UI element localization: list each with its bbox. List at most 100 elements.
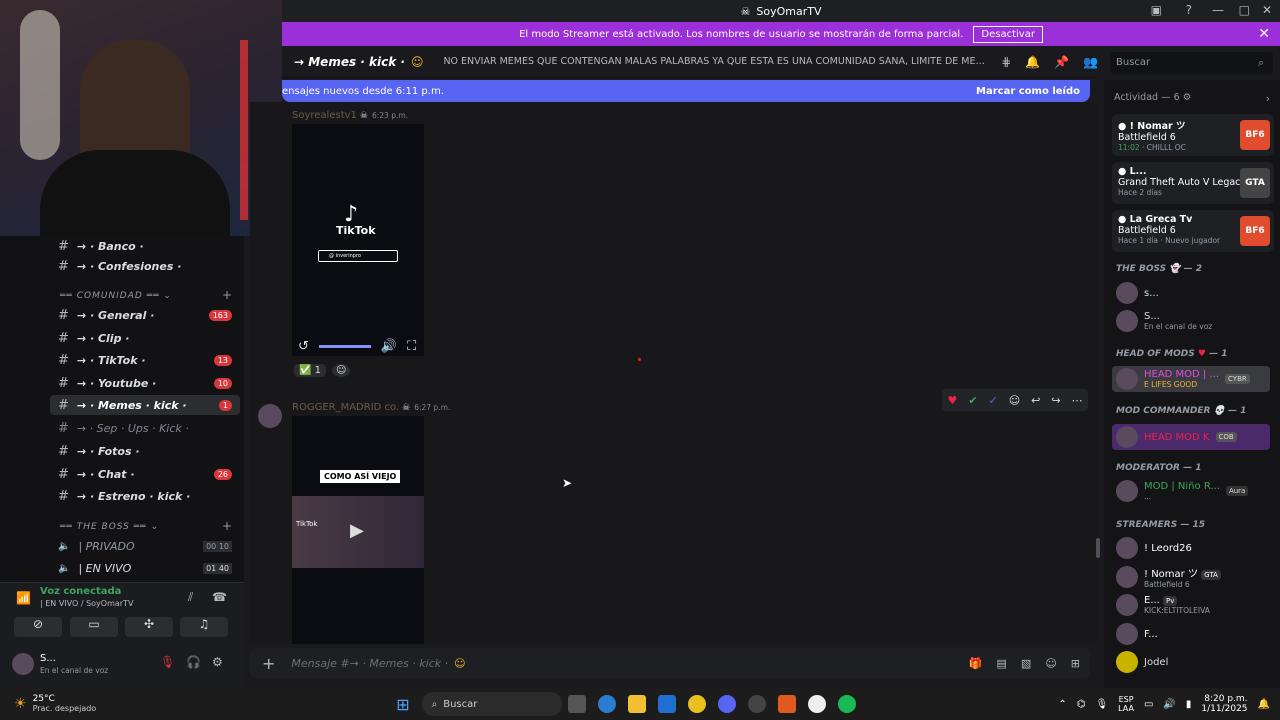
activities-button[interactable]: ✣ xyxy=(125,617,173,637)
verified-icon[interactable]: ✓ xyxy=(989,394,998,407)
member-item[interactable]: MOD | Niño R...... Aura xyxy=(1116,480,1249,502)
file-icon[interactable] xyxy=(567,695,586,713)
new-messages-bar[interactable]: ensajes nuevos desde 6:11 p.m. Marcar co… xyxy=(282,80,1090,102)
threads-icon[interactable]: ⋕ xyxy=(1001,55,1011,69)
volume-icon[interactable]: 🔊 xyxy=(381,339,397,354)
emoji-picker-icon[interactable]: ☺ xyxy=(1045,657,1056,670)
member-item[interactable]: ! Leord26 xyxy=(1116,537,1192,559)
activity-card[interactable]: ● ! Nomar ツ Battlefield 6 11:02 · CHILLL… xyxy=(1112,114,1274,156)
mark-read-button[interactable]: Marcar como leído xyxy=(976,86,1080,97)
member-item[interactable]: HEAD MOD K COB xyxy=(1112,424,1270,450)
folder-icon[interactable] xyxy=(627,695,646,713)
pin-icon[interactable]: 📌 xyxy=(1054,55,1069,69)
close-window-button[interactable]: ✕ xyxy=(1262,3,1272,17)
member-item[interactable]: S... En el canal de voz xyxy=(1116,310,1212,332)
fullscreen-icon[interactable]: ⛶ xyxy=(407,339,416,354)
add-channel-icon[interactable]: + xyxy=(222,288,232,302)
channel-item-general[interactable]: # → · General · 163 xyxy=(50,305,240,325)
maximize-button[interactable]: □ xyxy=(1239,3,1250,17)
channel-item-fotos[interactable]: # → · Fotos · xyxy=(50,441,240,461)
voice-channel-en-vivo[interactable]: 🔈 | EN VIVO 01 40 xyxy=(50,558,240,578)
composer-placeholder[interactable]: Mensaje #→ · Memes · kick · xyxy=(291,657,448,670)
app-icon[interactable] xyxy=(747,695,766,713)
noise-suppression-icon[interactable]: ⫽ xyxy=(188,590,193,605)
message-author[interactable]: Soyrealestv1 xyxy=(292,110,357,121)
chrome-icon[interactable] xyxy=(687,695,706,713)
member-item[interactable]: E... Pv KICK:ELTITOLEIVA xyxy=(1116,594,1210,616)
channel-item-clip[interactable]: # → · Clip · xyxy=(50,328,240,348)
add-reaction-icon[interactable]: ☺ xyxy=(332,364,351,377)
avatar[interactable] xyxy=(258,404,282,428)
member-item[interactable]: F... xyxy=(1116,623,1158,645)
edge-icon[interactable] xyxy=(597,695,616,713)
channel-item-estreno[interactable]: # → · Estreno · kick · xyxy=(50,486,240,506)
language-code[interactable]: ESP xyxy=(1118,695,1134,704)
chevron-right-icon[interactable]: › xyxy=(1266,92,1270,105)
settings-gear-icon[interactable]: ⚙ xyxy=(212,655,223,669)
member-item[interactable]: HEAD MOD | ... E LIFES GOOD CYBR xyxy=(1112,366,1270,392)
members-icon[interactable]: 👥 xyxy=(1083,55,1098,69)
clock-time[interactable]: 8:20 p.m. xyxy=(1201,694,1247,704)
voice-status[interactable]: Voz conectada xyxy=(40,586,121,597)
channel-item-memes-selected[interactable]: # → · Memes · kick · 1 xyxy=(50,395,240,415)
minimize-button[interactable]: — xyxy=(1212,3,1224,17)
activity-card[interactable]: ● La Greca Tv Battlefield 6 Hace 1 día ·… xyxy=(1112,210,1274,252)
reaction-check[interactable]: ✅ 1 xyxy=(294,364,327,377)
windows-start-icon[interactable]: ⊞ xyxy=(396,695,409,714)
headphones-icon[interactable]: 🎧 xyxy=(186,655,201,669)
camera-off-button[interactable]: ⊘ xyxy=(14,617,62,637)
help-icon[interactable]: ? xyxy=(1186,3,1192,17)
store-icon[interactable] xyxy=(657,695,676,713)
user-name[interactable]: S... xyxy=(40,653,56,664)
video-embed-1[interactable]: ♪ TikTok @ inverinpro xyxy=(292,124,424,356)
channel-topic[interactable]: NO ENVIAR MEMES QUE CONTENGAN MALAS PALA… xyxy=(443,56,985,67)
monitor-icon[interactable]: ▭ xyxy=(1144,699,1153,710)
volume-slider[interactable] xyxy=(318,345,371,348)
obs-icon[interactable] xyxy=(807,695,826,713)
add-channel-icon[interactable]: + xyxy=(222,519,232,533)
discord-icon[interactable] xyxy=(717,695,736,713)
chevron-up-icon[interactable]: ⌃ xyxy=(1058,699,1066,710)
taskbar-search[interactable]: ⌕ Buscar xyxy=(421,692,562,716)
channel-item-chat[interactable]: # → · Chat · 26 xyxy=(50,464,240,484)
language-region[interactable]: LAA xyxy=(1118,704,1134,713)
video-embed-2[interactable]: COMO ASÍ VIEJO TikTok ▶ xyxy=(292,416,424,644)
deactivate-button[interactable]: Desactivar xyxy=(973,25,1043,43)
search-input[interactable]: Buscar xyxy=(1110,52,1273,74)
sticker-icon[interactable]: ▧ xyxy=(1021,657,1031,670)
emoji-icon[interactable]: ☺ xyxy=(1009,394,1020,407)
disconnect-icon[interactable]: ☎ xyxy=(212,590,227,604)
gift-icon[interactable]: 🎁 xyxy=(969,657,983,670)
weather-desc[interactable]: Prac. despejado xyxy=(33,704,97,714)
forward-icon[interactable]: ↪ xyxy=(1051,394,1060,407)
play-icon[interactable]: ▶ xyxy=(350,520,364,541)
spotify-icon[interactable] xyxy=(837,695,856,713)
scrollbar[interactable] xyxy=(1096,538,1100,558)
microphone-icon[interactable]: 🎙 xyxy=(1095,699,1108,710)
member-item[interactable]: Jodel xyxy=(1116,651,1168,673)
member-item[interactable]: ! Nomar ツ GTA Battlefield 6 xyxy=(1116,565,1221,589)
reply-icon[interactable]: ↩ xyxy=(1031,394,1040,407)
channel-item-tiktok[interactable]: # → · TikTok · 13 xyxy=(50,350,240,370)
avatar[interactable] xyxy=(12,653,34,675)
heart-icon[interactable]: ♥ xyxy=(947,394,957,407)
category-the-boss[interactable]: ══ THE BOSS ══ ⌄ xyxy=(60,522,159,532)
message-composer[interactable]: + Mensaje #→ · Memes · kick · ☺ 🎁 ▤ ▧ ☺ … xyxy=(250,648,1090,678)
speaker-icon[interactable]: 🔊 xyxy=(1163,699,1175,710)
channel-item-banco[interactable]: # → · Banco · xyxy=(50,236,240,256)
channel-item-confesiones[interactable]: # → · Confesiones · xyxy=(50,256,240,276)
more-icon[interactable]: ⋯ xyxy=(1072,394,1083,407)
member-item[interactable]: s... xyxy=(1116,282,1159,304)
channel-item-youtube[interactable]: # → · Youtube · 10 xyxy=(50,373,240,393)
check-icon[interactable]: ✔ xyxy=(968,394,977,407)
close-banner-icon[interactable]: ✕ xyxy=(1258,26,1270,42)
weather-temp[interactable]: 25°C xyxy=(33,694,97,704)
gear-icon[interactable]: ⚙ xyxy=(1183,92,1192,103)
add-attachment-icon[interactable]: + xyxy=(262,654,275,673)
clock-date[interactable]: 1/11/2025 xyxy=(1201,704,1247,714)
bell-icon[interactable]: 🔔 xyxy=(1025,55,1040,69)
battery-icon[interactable]: ▮ xyxy=(1186,699,1192,710)
notification-bell-icon[interactable]: 🔔 xyxy=(1258,699,1270,710)
brave-icon[interactable] xyxy=(777,695,796,713)
replay-icon[interactable]: ↺ xyxy=(298,339,309,354)
